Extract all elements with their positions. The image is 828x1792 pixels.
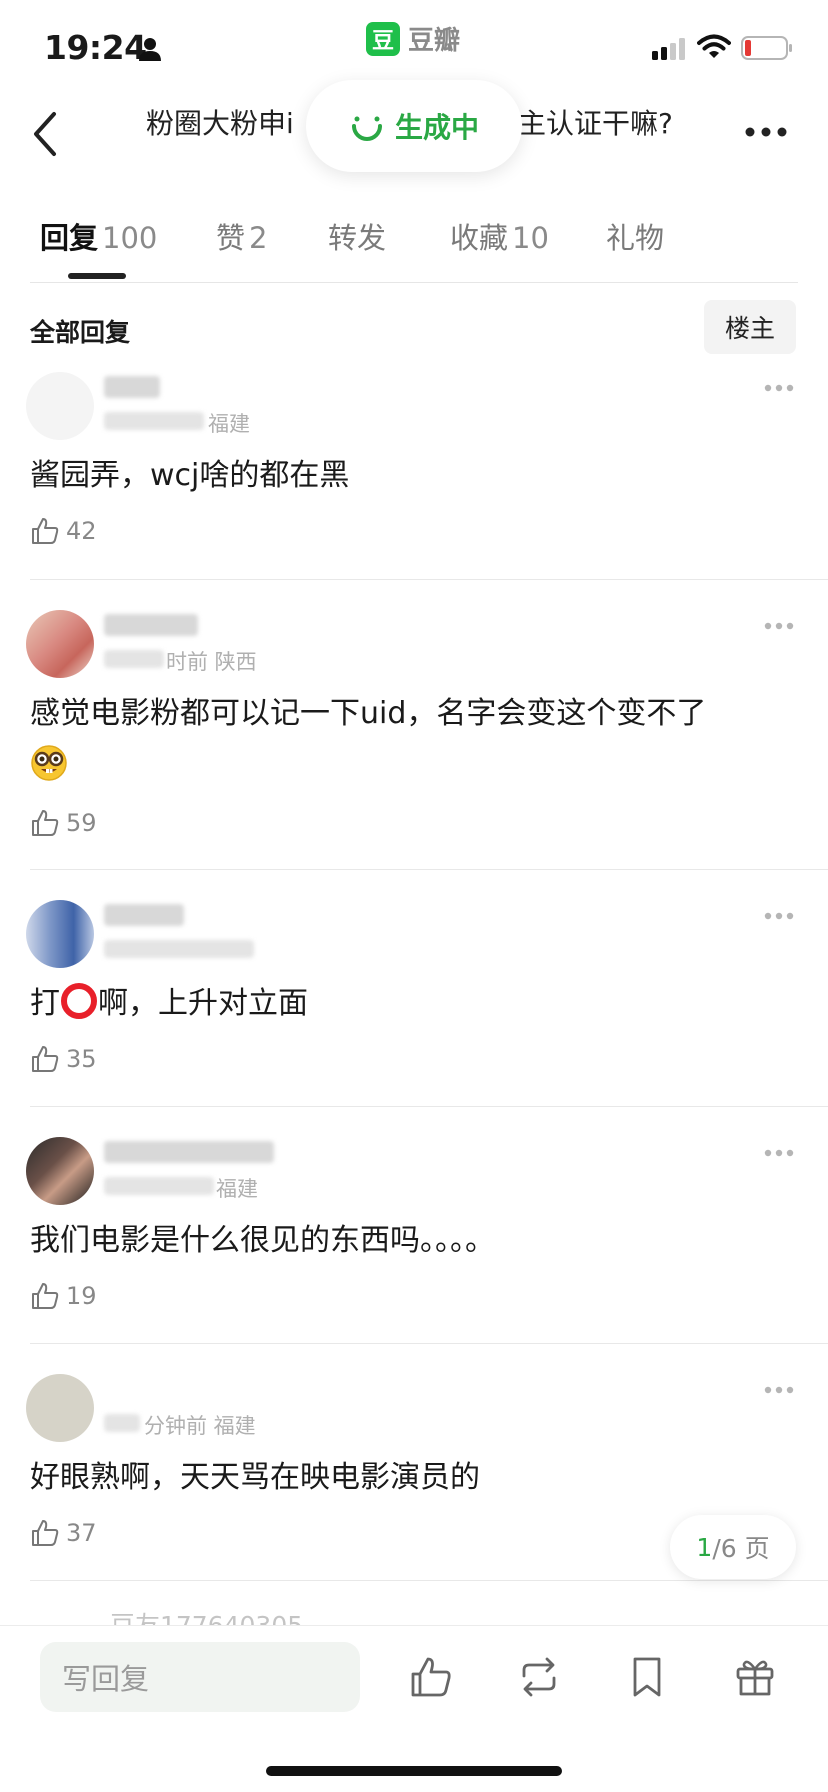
like-icon [32, 1520, 59, 1546]
meta-redacted [104, 940, 254, 958]
red-circle-emoji [61, 983, 97, 1019]
tab-label: 赞 [216, 221, 246, 255]
like-count: 35 [66, 1045, 97, 1073]
all-replies-label: 全部回复 [30, 318, 131, 347]
back-icon[interactable] [30, 110, 60, 158]
op-only-button[interactable]: 楼主 [704, 300, 796, 354]
status-time: 19:24 [44, 28, 147, 67]
tab-label: 回复 [40, 221, 99, 255]
like-button[interactable]: 59 [30, 808, 97, 838]
gift-icon[interactable] [732, 1654, 778, 1700]
comment-more-icon[interactable] [764, 1149, 794, 1157]
comment-meta: 分钟前 福建 [144, 1414, 256, 1438]
app-name: 豆瓣 [408, 26, 461, 56]
meta-redacted [104, 1414, 140, 1432]
comment-more-icon[interactable] [764, 1386, 794, 1394]
tab-count: 2 [249, 221, 268, 255]
like-button[interactable]: 19 [30, 1281, 97, 1311]
avatar[interactable] [26, 900, 94, 968]
loading-smile-icon [351, 116, 382, 141]
tab-label: 礼物 [606, 221, 665, 255]
username-redacted [104, 904, 184, 926]
comment-text: 好眼熟啊，天天骂在映电影演员的 [30, 1460, 480, 1495]
meta-redacted [104, 412, 204, 430]
divider [30, 1343, 828, 1344]
avatar[interactable] [26, 1137, 94, 1205]
post-title: 粉圈大粉申i [146, 107, 294, 140]
page-current: 1 [696, 1532, 713, 1562]
tab-bar: 回复 100 赞2 转发 收藏 10 礼物 [0, 215, 828, 283]
signal-icon [652, 38, 685, 60]
generating-label: 生成中 [394, 111, 479, 144]
like-icon [32, 518, 59, 544]
like-icon [32, 1283, 59, 1309]
wifi-icon [697, 34, 731, 58]
divider [30, 282, 798, 283]
like-icon[interactable] [408, 1654, 454, 1700]
tab-bookmarks[interactable]: 收藏 10 [450, 215, 549, 257]
page-total: /6 页 [712, 1534, 770, 1563]
generating-pill: 生成中 [306, 80, 522, 172]
comment-text-content: 感觉电影粉都可以记一下uid，名字会变这个变不了 [30, 696, 707, 731]
tab-replies[interactable]: 回复 100 [40, 215, 157, 257]
tab-likes[interactable]: 赞2 [216, 215, 267, 257]
like-button[interactable]: 35 [30, 1044, 97, 1074]
comment-text: 我们电影是什么很见的东西吗。。。。 [30, 1223, 495, 1258]
divider [30, 579, 828, 580]
meta-redacted [104, 1177, 214, 1195]
meta-redacted [104, 650, 164, 668]
like-count: 59 [66, 809, 97, 837]
person-icon [139, 38, 161, 61]
username-redacted [104, 376, 160, 398]
post-title-end: 主认证干嘛? [518, 107, 673, 140]
divider [30, 1580, 828, 1581]
tab-label: 转发 [328, 221, 387, 255]
divider [30, 869, 828, 870]
tab-gifts[interactable]: 礼物 [606, 215, 664, 257]
divider [30, 1106, 828, 1107]
like-count: 42 [66, 517, 97, 545]
tab-count: 100 [102, 221, 158, 255]
reply-input[interactable]: 写回复 [40, 1642, 360, 1712]
comment-more-icon[interactable] [764, 912, 794, 920]
comment-more-icon[interactable] [764, 622, 794, 630]
more-icon[interactable] [744, 126, 788, 138]
tab-active-indicator [68, 273, 126, 279]
avatar[interactable] [26, 610, 94, 678]
home-indicator [266, 1766, 562, 1776]
like-count: 19 [66, 1282, 97, 1310]
tab-label: 收藏 [450, 221, 509, 255]
comment-meta: 福建 [216, 1177, 258, 1201]
tab-count: 10 [512, 221, 549, 255]
bookmark-icon[interactable] [624, 1654, 670, 1700]
username-redacted [104, 1141, 274, 1163]
tab-reposts[interactable]: 转发 [328, 215, 386, 257]
page-indicator[interactable]: 1/6 页 [670, 1515, 796, 1579]
comment-more-icon[interactable] [764, 384, 794, 392]
like-icon [32, 1046, 59, 1072]
comment-text-end: 啊，上升对立面 [98, 986, 308, 1021]
bottom-bar: 写回复 [0, 1625, 828, 1792]
comment-meta: 福建 [208, 412, 250, 436]
repost-icon[interactable] [516, 1654, 562, 1700]
comment-text-start: 打 [30, 986, 60, 1021]
comment-text: 打 啊，上升对立面 [30, 978, 770, 1030]
nav-bar: 粉圈大粉申i 主认证干嘛? 生成中 [0, 80, 828, 180]
like-icon [32, 810, 59, 836]
like-count: 37 [66, 1519, 97, 1547]
comment-text: 酱园弄，wcj啥的都在黑 [30, 458, 350, 493]
comment-meta: 时前 陕西 [166, 650, 257, 674]
nerd-face-emoji [31, 745, 67, 781]
avatar[interactable] [26, 1374, 94, 1442]
comment-text: 感觉电影粉都可以记一下uid，名字会变这个变不了 [30, 688, 770, 792]
app-badge: 豆 豆瓣 [366, 20, 460, 57]
like-button[interactable]: 37 [30, 1518, 97, 1548]
avatar[interactable] [26, 372, 94, 440]
username-redacted [104, 614, 198, 636]
douban-logo-icon: 豆 [366, 21, 400, 56]
battery-icon [741, 36, 792, 60]
like-button[interactable]: 42 [30, 516, 97, 546]
